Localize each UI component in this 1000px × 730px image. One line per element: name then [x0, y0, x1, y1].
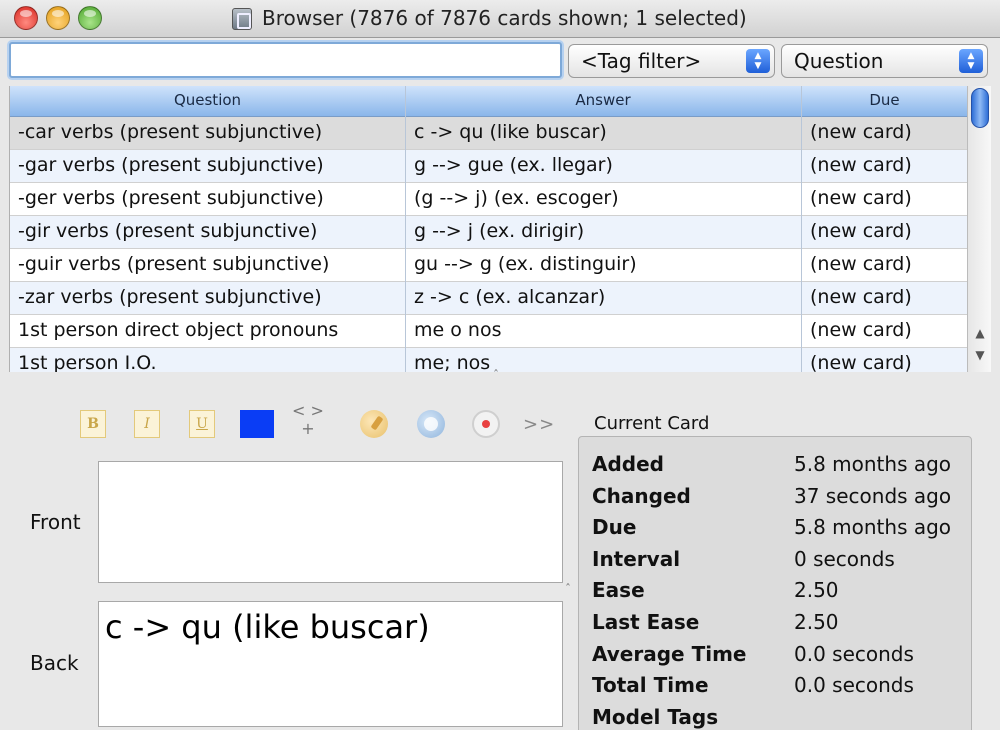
cell-question: 1st person I.O.	[18, 352, 157, 372]
column-header-due[interactable]: Due	[801, 91, 967, 109]
column-header-answer[interactable]: Answer	[405, 91, 801, 109]
column-divider	[405, 86, 406, 372]
app-icon	[232, 8, 252, 30]
bold-button[interactable]: B	[80, 410, 106, 438]
front-label: Front	[30, 510, 81, 534]
table-row[interactable]: 1st person direct object pronouns me o n…	[10, 315, 967, 348]
browser-window: Browser (7876 of 7876 cards shown; 1 sel…	[0, 0, 1000, 730]
column-header-question[interactable]: Question	[10, 91, 405, 109]
tag-filter-value: <Tag filter>	[581, 49, 702, 73]
splitter-handle[interactable]: ˆ	[493, 368, 499, 382]
cell-question: -guir verbs (present subjunctive)	[18, 253, 330, 275]
stat-label: Average Time	[592, 642, 747, 666]
cell-answer: me o nos	[414, 319, 502, 341]
stat-label: Due	[592, 515, 637, 539]
window-title: Browser (7876 of 7876 cards shown; 1 sel…	[262, 6, 747, 30]
cloze-plus-label: +	[301, 419, 315, 438]
cell-due: (new card)	[810, 286, 912, 308]
more-button[interactable]: >>	[523, 414, 555, 435]
cell-due: (new card)	[810, 253, 912, 275]
stat-value: 5.8 months ago	[794, 515, 952, 539]
underline-button[interactable]: U	[189, 410, 215, 438]
stat-value: 2.50	[794, 578, 839, 602]
stat-value: 2.50	[794, 610, 839, 634]
cell-answer: (g --> j) (ex. escoger)	[414, 187, 619, 209]
cell-answer: gu --> g (ex. distinguir)	[414, 253, 637, 275]
cell-question: -car verbs (present subjunctive)	[18, 121, 323, 143]
cell-answer: g --> j (ex. dirigir)	[414, 220, 585, 242]
scrollbar-thumb[interactable]	[971, 88, 989, 128]
cloze-label: < >	[292, 401, 324, 420]
cell-due: (new card)	[810, 220, 912, 242]
stat-value: 0.0 seconds	[794, 642, 914, 666]
cell-answer: c -> qu (like buscar)	[414, 121, 607, 143]
back-label: Back	[30, 651, 79, 675]
front-field[interactable]	[98, 461, 563, 583]
cell-answer: z -> c (ex. alcanzar)	[414, 286, 606, 308]
field-filter-select[interactable]: Question ▲ ▼	[781, 44, 988, 78]
stat-value: 37 seconds ago	[794, 484, 952, 508]
zoom-window-button[interactable]	[78, 6, 102, 30]
stat-label: Interval	[592, 547, 681, 571]
table-row[interactable]: 1st person I.O. me; nos (new card)	[10, 348, 967, 372]
current-card-title: Current Card	[594, 413, 710, 434]
stat-value: 0 seconds	[794, 547, 895, 571]
table-scrollbar[interactable]: ▲ ▼	[967, 86, 991, 372]
italic-button[interactable]: I	[134, 410, 160, 438]
tag-filter-select[interactable]: <Tag filter> ▲ ▼	[568, 44, 775, 78]
stat-label: Ease	[592, 578, 645, 602]
cloze-button[interactable]: < > +	[292, 402, 324, 438]
field-filter-value: Question	[794, 49, 884, 73]
cell-due: (new card)	[810, 187, 912, 209]
cell-question: 1st person direct object pronouns	[18, 319, 339, 341]
cell-due: (new card)	[810, 319, 912, 341]
cell-answer: g --> gue (ex. llegar)	[414, 154, 613, 176]
palette-icon[interactable]	[360, 410, 388, 438]
table-row[interactable]: -ger verbs (present subjunctive) (g --> …	[10, 183, 967, 216]
stat-value: 5.8 months ago	[794, 452, 952, 476]
table-row[interactable]: -guir verbs (present subjunctive) gu -->…	[10, 249, 967, 282]
globe-icon[interactable]	[417, 410, 445, 438]
updown-stepper-icon: ▲ ▼	[746, 49, 770, 73]
text-color-button[interactable]	[240, 410, 274, 438]
table-row[interactable]: -zar verbs (present subjunctive) z -> c …	[10, 282, 967, 315]
table-row[interactable]: -gir verbs (present subjunctive) g --> j…	[10, 216, 967, 249]
column-divider	[801, 86, 802, 372]
scroll-up-arrow-icon[interactable]: ▲	[973, 326, 987, 340]
stat-label: Total Time	[592, 673, 709, 697]
back-field-text: c -> qu (like buscar)	[105, 608, 430, 646]
cards-table: Question Answer Due -car verbs (present …	[9, 86, 967, 372]
cell-answer: me; nos	[414, 352, 491, 372]
cell-due: (new card)	[810, 154, 912, 176]
minimize-window-button[interactable]	[46, 6, 70, 30]
cell-question: -gar verbs (present subjunctive)	[18, 154, 324, 176]
back-field[interactable]: c -> qu (like buscar)	[98, 601, 563, 727]
field-splitter-handle[interactable]: ˆ	[565, 582, 571, 596]
cell-due: (new card)	[810, 121, 912, 143]
cell-question: -gir verbs (present subjunctive)	[18, 220, 318, 242]
record-icon[interactable]	[472, 410, 500, 438]
stat-label: Added	[592, 452, 664, 476]
table-header: Question Answer Due	[10, 86, 967, 117]
stat-label: Last Ease	[592, 610, 700, 634]
search-input[interactable]	[9, 42, 562, 78]
table-row[interactable]: -gar verbs (present subjunctive) g --> g…	[10, 150, 967, 183]
stat-label: Model Tags	[592, 705, 719, 729]
stat-value: 0.0 seconds	[794, 673, 914, 697]
updown-stepper-icon: ▲ ▼	[959, 49, 983, 73]
close-window-button[interactable]	[14, 6, 38, 30]
stat-label: Changed	[592, 484, 691, 508]
title-bar: Browser (7876 of 7876 cards shown; 1 sel…	[0, 0, 1000, 38]
cell-due: (new card)	[810, 352, 912, 372]
table-row[interactable]: -car verbs (present subjunctive) c -> qu…	[10, 117, 967, 150]
scroll-down-arrow-icon[interactable]: ▼	[973, 348, 987, 362]
cell-question: -ger verbs (present subjunctive)	[18, 187, 324, 209]
current-card-panel: Added 5.8 months ago Changed 37 seconds …	[578, 436, 972, 730]
cell-question: -zar verbs (present subjunctive)	[18, 286, 322, 308]
